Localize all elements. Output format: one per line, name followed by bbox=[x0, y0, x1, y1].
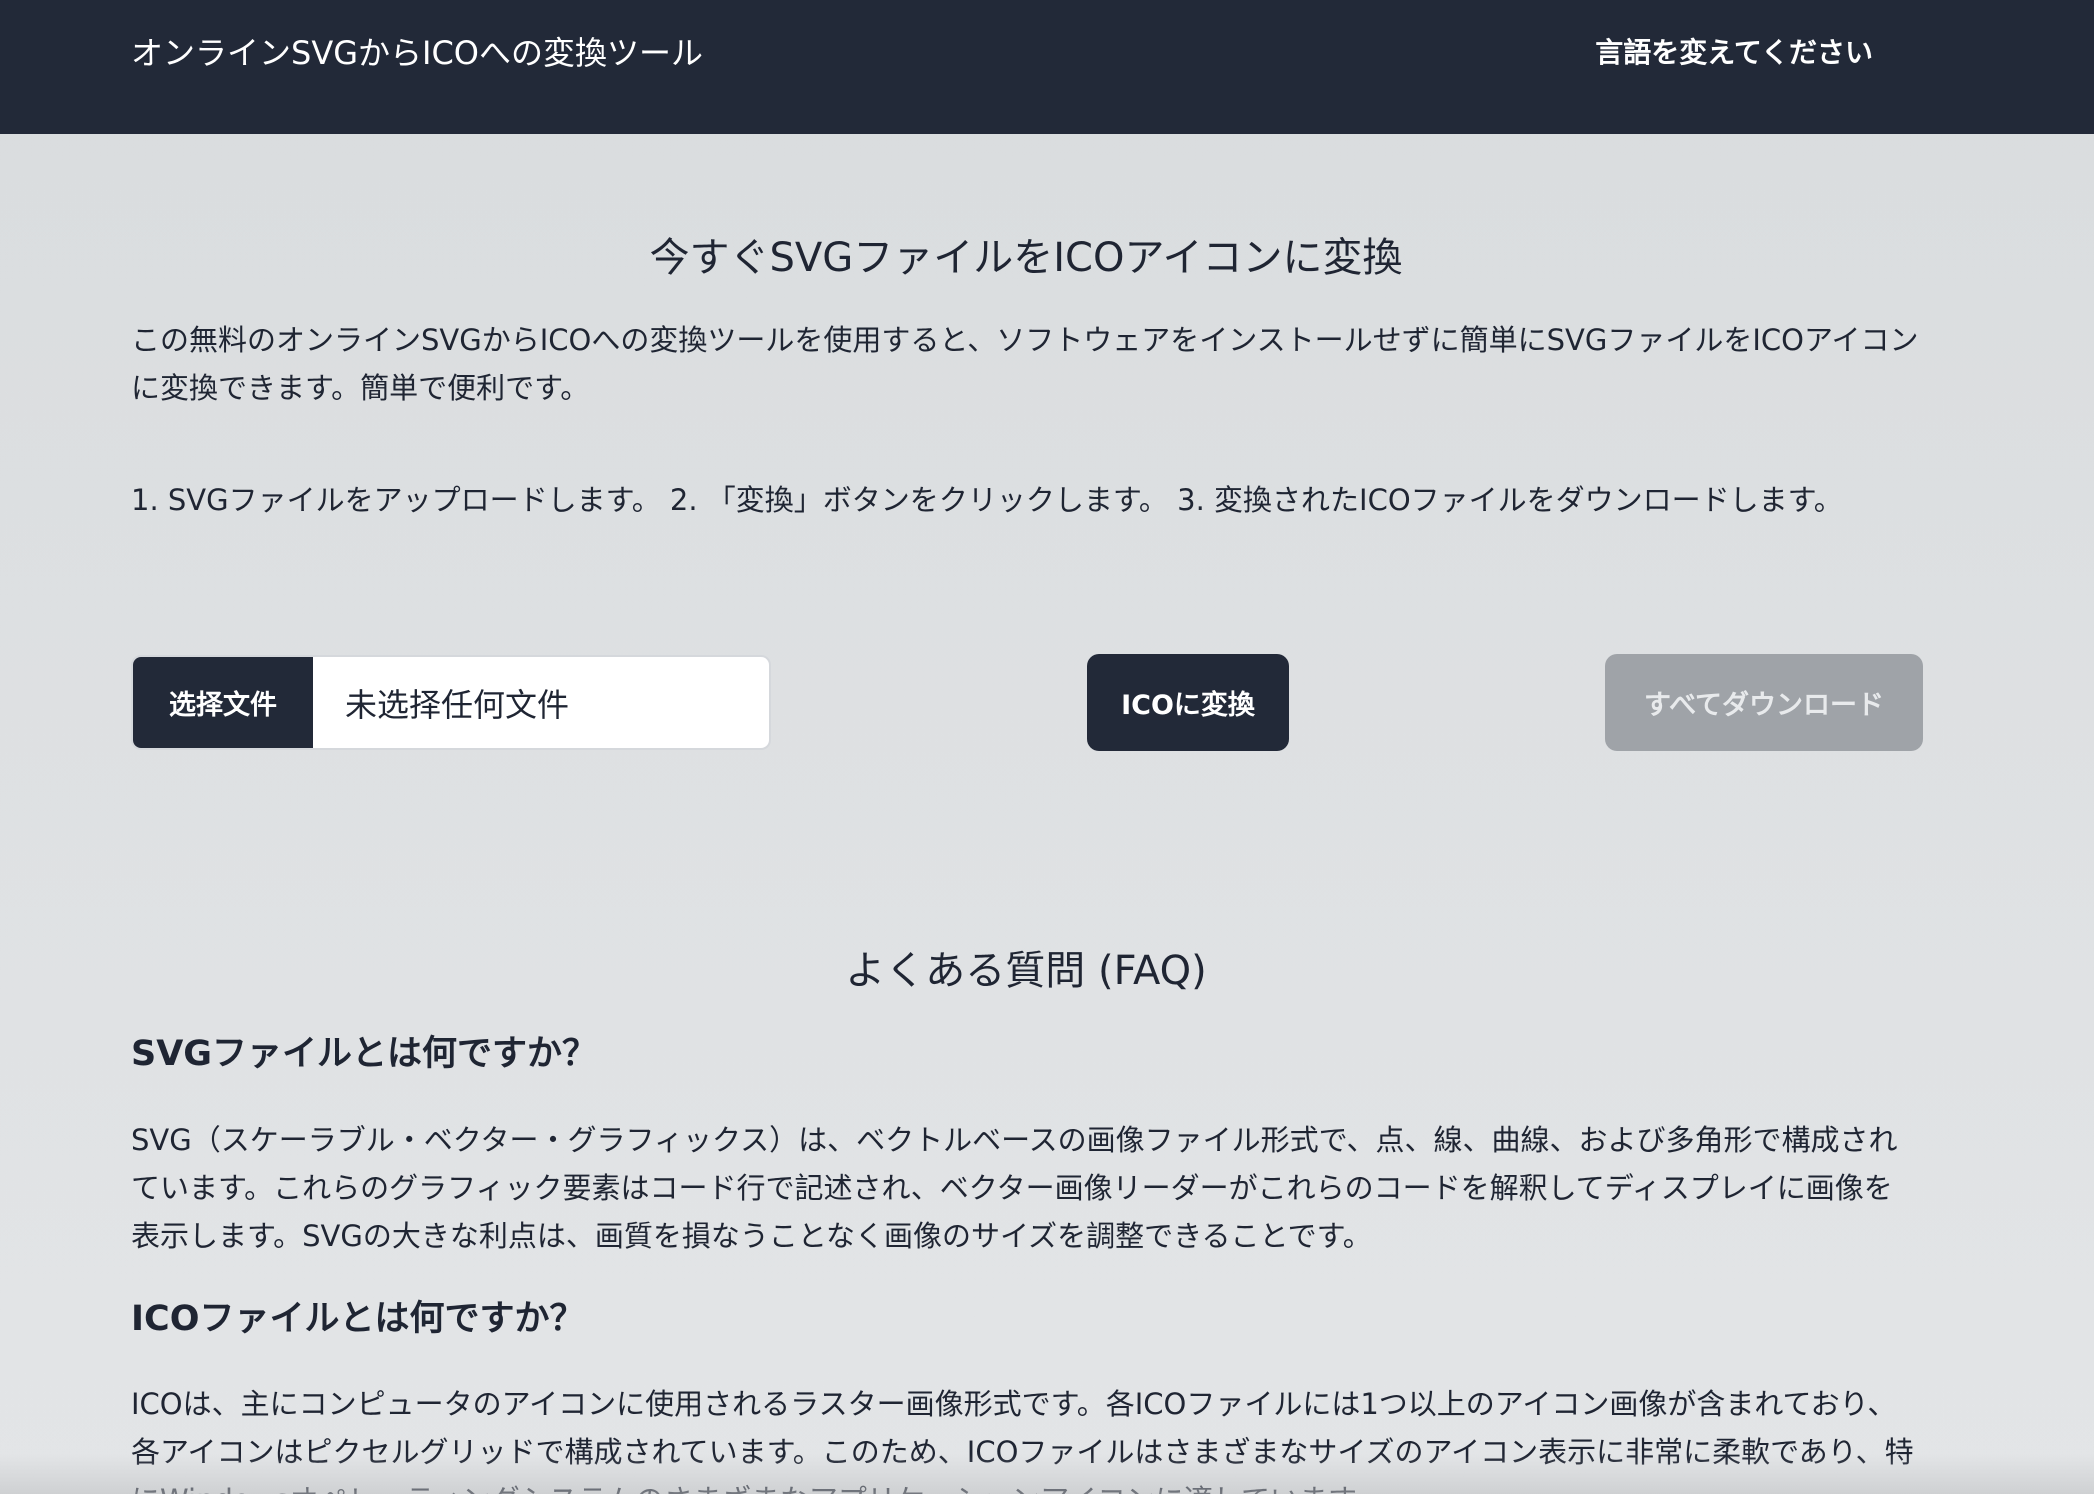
convert-to-ico-button[interactable]: ICOに変換 bbox=[1087, 654, 1289, 751]
file-input[interactable]: 选择文件 未选择任何文件 bbox=[131, 655, 771, 750]
file-status-text: 未选择任何文件 bbox=[345, 685, 570, 724]
faq-answer-svg: SVG（スケーラブル・ベクター・グラフィックス）は、ベクトルベースの画像ファイル… bbox=[131, 1123, 1898, 1253]
navbar: オンラインSVGからICOへの変換ツール 言語を変えてください bbox=[0, 0, 2094, 134]
change-language-link[interactable]: 言語を変えてください bbox=[1595, 32, 1873, 74]
faq-answer-ico: ICOは、主にコンピュータのアイコンに使用されるラスター画像形式です。各ICOフ… bbox=[131, 1387, 1914, 1494]
faq-question-svg: SVGファイルとは何ですか？ bbox=[131, 1034, 598, 1074]
download-all-button[interactable]: すべてダウンロード bbox=[1605, 654, 1923, 751]
choose-file-button[interactable]: 选择文件 bbox=[133, 657, 313, 748]
intro-text: この無料のオンラインSVGからICOへの変換ツールを使用すると、ソフトウェアをイ… bbox=[131, 323, 1919, 405]
page-title: 今すぐSVGファイルをICOアイコンに変換 bbox=[649, 235, 1403, 281]
steps-text: 1. SVGファイルをアップロードします。 2. 「変換」ボタンをクリックします… bbox=[131, 483, 1843, 517]
site-title-link[interactable]: オンラインSVGからICOへの変換ツール bbox=[131, 32, 703, 74]
faq-title: よくある質問 (FAQ) bbox=[845, 948, 1207, 994]
faq-question-ico: ICOファイルとは何ですか？ bbox=[131, 1299, 585, 1339]
